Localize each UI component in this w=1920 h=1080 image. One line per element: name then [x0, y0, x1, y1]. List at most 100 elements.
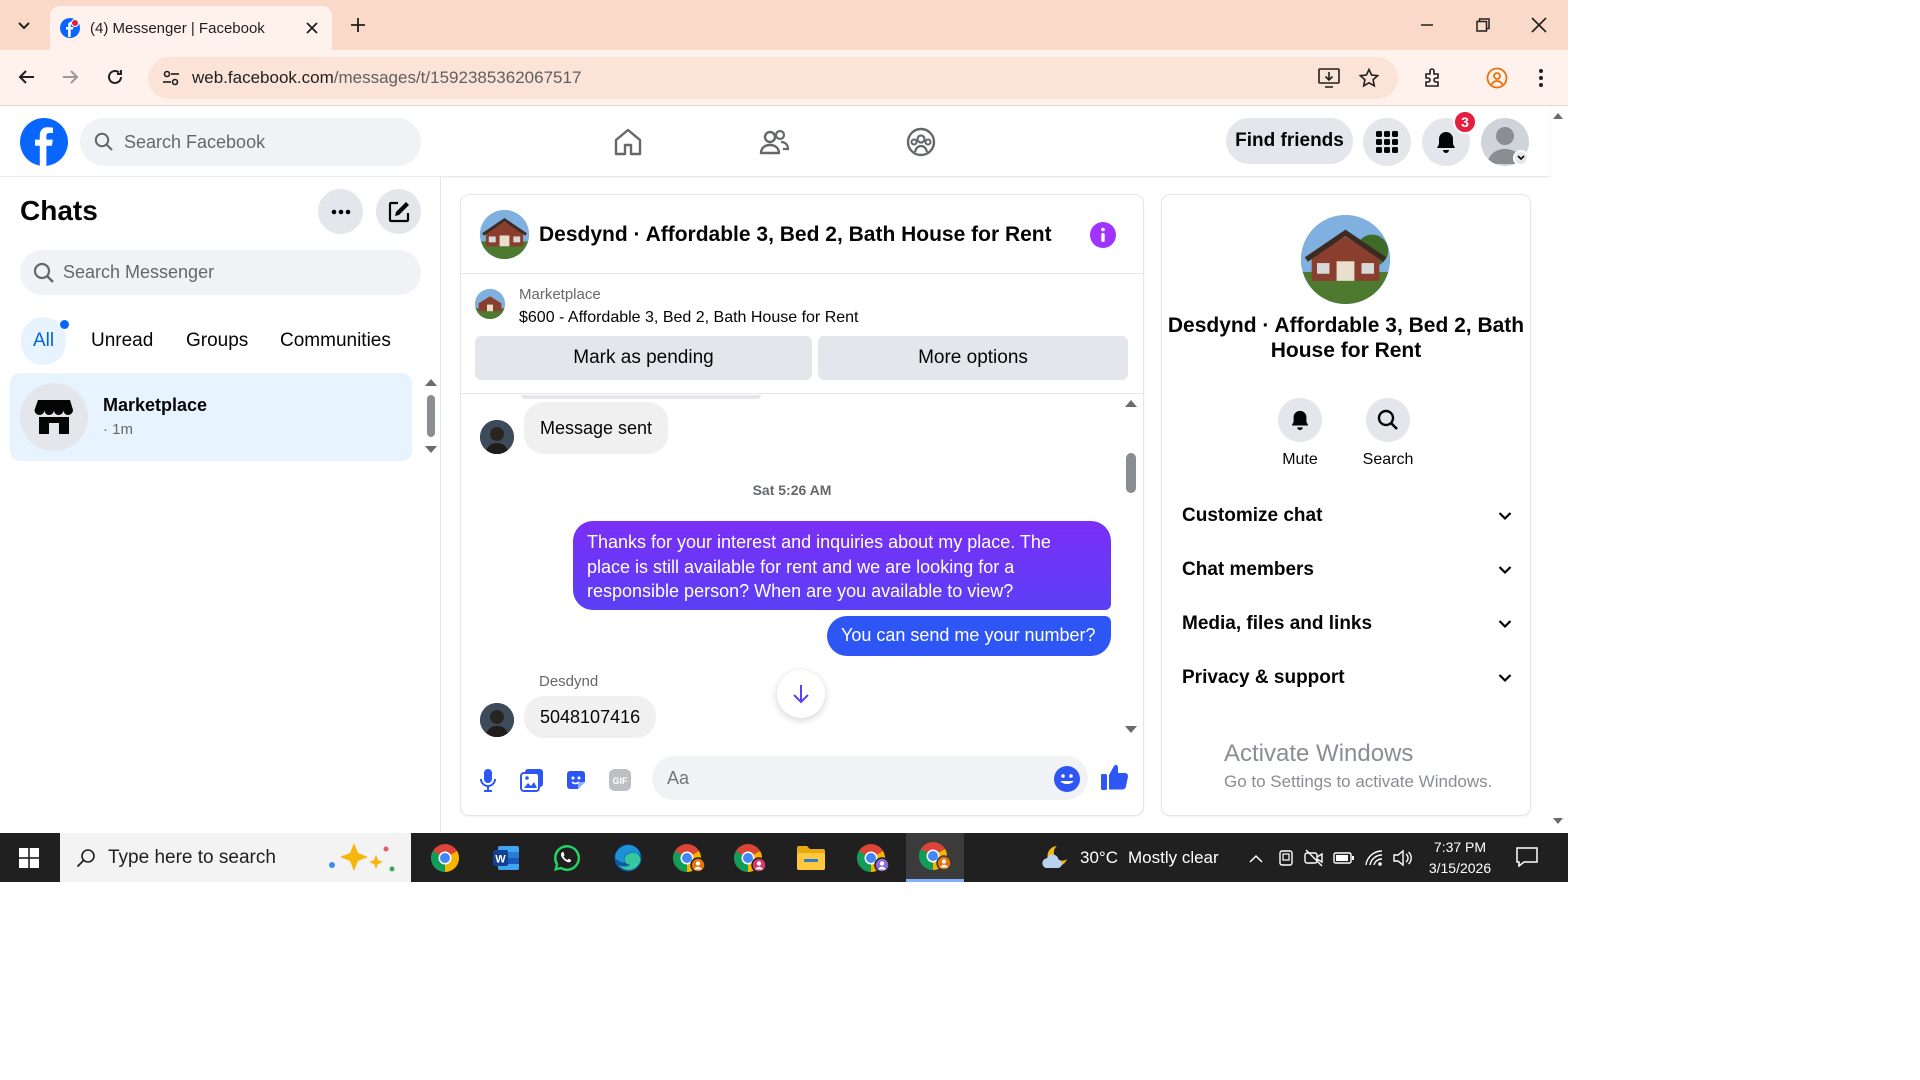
more-menu-icon[interactable] — [1526, 63, 1556, 93]
close-window-button[interactable] — [1519, 10, 1559, 40]
tab-close-button[interactable] — [302, 18, 322, 38]
taskbar-word[interactable]: W — [477, 833, 535, 882]
emoji-icon[interactable] — [1053, 765, 1081, 793]
info-icon[interactable] — [1089, 221, 1117, 249]
media-files-links-section[interactable]: Media, files and links — [1182, 604, 1512, 644]
sender-avatar[interactable] — [480, 703, 514, 737]
home-nav[interactable] — [610, 124, 646, 160]
tray-meet-icon[interactable] — [1303, 847, 1325, 869]
url-text: web.facebook.com/messages/t/159238536206… — [192, 68, 582, 87]
listing-profile-photo[interactable] — [1301, 215, 1390, 304]
sender-avatar[interactable] — [480, 420, 514, 454]
account-caret[interactable] — [1513, 150, 1529, 166]
tray-battery-icon[interactable] — [1333, 847, 1355, 869]
tray-device-icon[interactable] — [1275, 847, 1297, 869]
notification-center-icon[interactable] — [1515, 846, 1539, 868]
address-bar[interactable]: web.facebook.com/messages/t/159238536206… — [148, 57, 1398, 99]
chat-list-item[interactable]: Marketplace · 1m — [10, 373, 412, 461]
listing-price-title[interactable]: $600 - Affordable 3, Bed 2, Bath House f… — [519, 309, 858, 327]
scroll-down-arrow-icon[interactable] — [424, 445, 438, 455]
customize-chat-section[interactable]: Customize chat — [1182, 496, 1512, 536]
messenger-search-input[interactable]: Search Messenger — [20, 250, 421, 295]
taskbar-chrome-profile-3[interactable] — [844, 833, 902, 882]
arrow-down-icon — [793, 685, 809, 704]
incoming-message[interactable]: Message sent — [524, 402, 669, 454]
search-icon[interactable] — [1366, 398, 1410, 442]
incoming-message[interactable]: 5048107416 — [524, 696, 657, 738]
forward-button[interactable] — [55, 62, 85, 92]
taskbar-search[interactable]: Type here to search — [60, 833, 411, 882]
taskbar-edge[interactable] — [599, 833, 657, 882]
browser-tab[interactable]: (4) Messenger | Facebook — [50, 6, 332, 50]
tray-overflow-button[interactable] — [1245, 847, 1267, 869]
tray-volume-icon[interactable] — [1391, 847, 1413, 869]
start-button[interactable] — [0, 833, 58, 882]
chat-members-section[interactable]: Chat members — [1182, 550, 1512, 590]
folder-icon — [797, 845, 825, 870]
privacy-support-section[interactable]: Privacy & support — [1182, 658, 1512, 698]
tab-search-button[interactable] — [8, 10, 40, 40]
tray-wifi-icon[interactable] — [1363, 847, 1385, 869]
listing-avatar[interactable] — [480, 210, 529, 259]
install-app-icon[interactable] — [1316, 65, 1342, 91]
bell-icon[interactable] — [1278, 398, 1322, 442]
chats-scrollbar-thumb[interactable] — [427, 395, 435, 437]
reload-button[interactable] — [100, 62, 130, 92]
new-tab-button[interactable] — [346, 13, 370, 37]
more-options-button[interactable]: More options — [818, 336, 1128, 380]
listing-thumbnail[interactable] — [475, 289, 505, 319]
taskbar-chrome-profile-1[interactable] — [660, 833, 718, 882]
edge-icon — [614, 844, 642, 871]
taskbar-clock[interactable]: 7:37 PM 3/15/2026 — [1418, 837, 1502, 879]
taskbar-chrome-profile-2[interactable] — [721, 833, 779, 882]
new-message-button[interactable] — [376, 189, 421, 234]
back-button[interactable] — [12, 62, 42, 92]
house-photo-icon — [480, 210, 529, 259]
minimize-button[interactable] — [1407, 10, 1447, 40]
friends-nav[interactable] — [756, 124, 792, 160]
taskbar-chrome-profile-active[interactable] — [906, 833, 964, 882]
menu-button[interactable] — [1363, 118, 1411, 166]
gif-button[interactable]: GIF — [605, 765, 635, 795]
scroll-up-arrow-icon[interactable] — [1124, 398, 1138, 408]
filter-groups[interactable]: Groups — [174, 317, 260, 365]
scroll-to-bottom-button[interactable] — [777, 670, 825, 718]
sticker-button[interactable] — [561, 765, 591, 795]
taskbar-chrome[interactable] — [416, 833, 474, 882]
chat-options-button[interactable] — [318, 189, 363, 234]
tab-title: (4) Messenger | Facebook — [90, 19, 265, 37]
search-action[interactable]: Search — [1358, 398, 1418, 469]
previous-message-edge — [521, 395, 761, 399]
chevron-down-icon — [1498, 566, 1512, 575]
mark-as-pending-button[interactable]: Mark as pending — [475, 336, 812, 380]
attach-photo-button[interactable] — [517, 765, 547, 795]
restore-button[interactable] — [1463, 10, 1503, 40]
message-input[interactable] — [652, 756, 1088, 800]
filter-unread[interactable]: Unread — [79, 317, 165, 365]
outgoing-message[interactable]: Thanks for your interest and inquiries a… — [573, 521, 1111, 610]
scroll-down-arrow-icon[interactable] — [1124, 725, 1138, 735]
notification-badge: 3 — [1453, 110, 1477, 134]
scroll-up-arrow-icon[interactable] — [424, 377, 438, 387]
weather-widget[interactable]: 30°C Mostly clear — [1040, 833, 1219, 882]
extensions-icon[interactable] — [1418, 63, 1448, 93]
find-friends-button[interactable]: Find friends — [1226, 118, 1353, 164]
outgoing-message[interactable]: You can send me your number? — [827, 616, 1111, 656]
messages-scrollbar-thumb[interactable] — [1126, 453, 1136, 493]
site-info-icon[interactable] — [160, 67, 182, 89]
filter-communities[interactable]: Communities — [268, 317, 403, 365]
mute-action[interactable]: Mute — [1270, 398, 1330, 469]
bookmark-star-icon[interactable] — [1356, 65, 1382, 91]
compose-icon — [388, 201, 409, 222]
voice-clip-button[interactable] — [473, 765, 503, 795]
taskbar-file-explorer[interactable] — [782, 833, 840, 882]
facebook-logo-icon[interactable] — [20, 118, 68, 166]
taskbar-whatsapp[interactable] — [538, 833, 596, 882]
thumbs-up-icon[interactable] — [1099, 761, 1131, 793]
groups-nav[interactable] — [903, 124, 939, 160]
profile-icon[interactable] — [1482, 63, 1512, 93]
page-scroll-up-arrow-icon[interactable] — [1552, 111, 1564, 120]
facebook-search-input[interactable]: Search Facebook — [80, 118, 421, 166]
page-scroll-down-arrow-icon[interactable] — [1552, 817, 1564, 826]
chrome-profile-icon — [857, 843, 890, 873]
